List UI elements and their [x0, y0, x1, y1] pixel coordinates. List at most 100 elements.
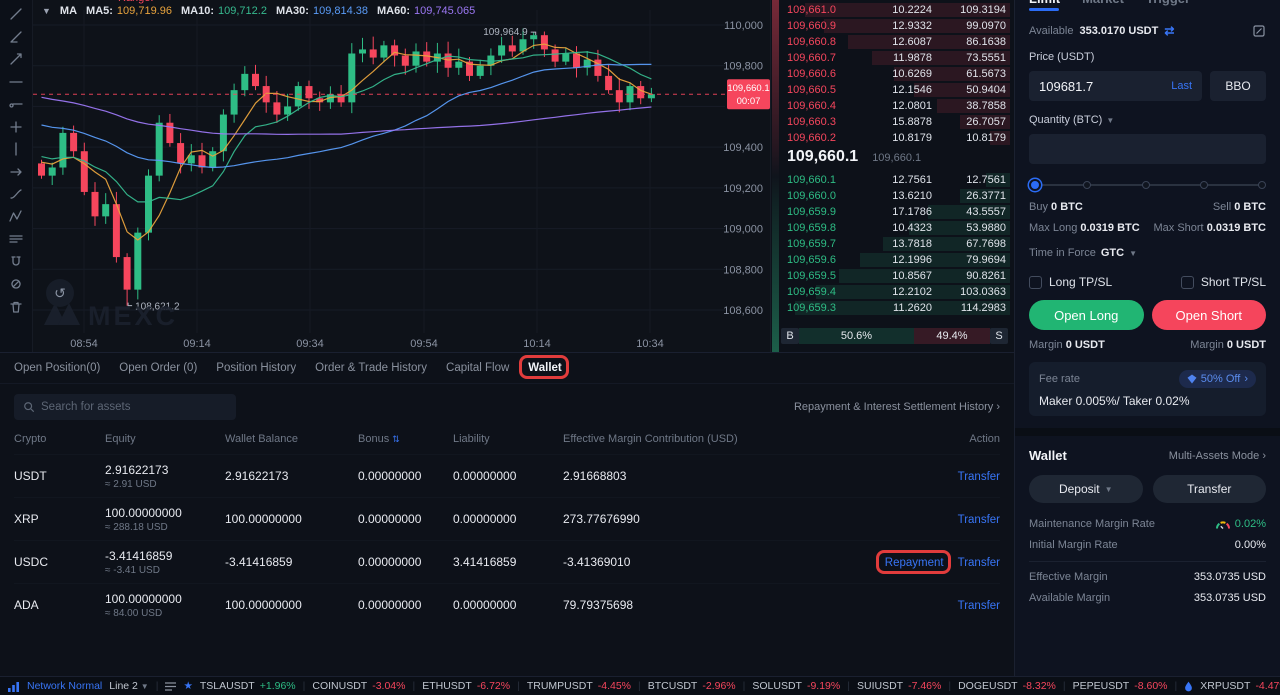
- line-selector[interactable]: Line 2 ▼: [109, 680, 148, 692]
- price: 109,661.0: [779, 4, 857, 16]
- swap-icon[interactable]: ⇄: [1164, 24, 1174, 38]
- short-tpsl-checkbox[interactable]: [1181, 276, 1194, 289]
- deposit-button[interactable]: Deposit▼: [1029, 475, 1143, 503]
- crypto-cell: USDC: [14, 555, 105, 569]
- ask-row[interactable]: 109,660.512.154650.9404: [779, 82, 1010, 98]
- bid-row[interactable]: 109,659.412.2102103.0363: [779, 284, 1010, 300]
- last-price-button[interactable]: Last: [1171, 80, 1192, 92]
- trend-line-icon[interactable]: [5, 6, 27, 22]
- network-status[interactable]: Network Normal: [27, 680, 102, 692]
- featured-ticker[interactable]: XRPUSDT -4.47%: [1200, 680, 1280, 692]
- chevron-down-icon[interactable]: ▼: [42, 6, 51, 16]
- equity-cell: 100.00000000≈ 288.18 USD: [105, 506, 225, 533]
- slider-stop-100[interactable]: [1258, 181, 1266, 189]
- chevron-down-icon[interactable]: ▼: [1106, 116, 1114, 125]
- ask-row[interactable]: 109,660.315.887826.7057: [779, 114, 1010, 130]
- brush-icon[interactable]: [5, 186, 27, 202]
- ticker-item[interactable]: DOGEUSDT-8.32%: [958, 680, 1056, 692]
- candlestick-chart[interactable]: 110,000109,800109,400109,200109,000108,8…: [33, 0, 770, 352]
- search-input[interactable]: Search for assets: [14, 394, 236, 420]
- ask-row[interactable]: 109,661.010.2224109.3194: [779, 2, 1010, 18]
- horizontal-line-icon[interactable]: [5, 74, 27, 90]
- open-long-button[interactable]: Open Long: [1029, 300, 1144, 330]
- ask-row[interactable]: 109,660.412.080138.7858: [779, 98, 1010, 114]
- ticker-item[interactable]: TSLAUSDT+1.96%: [200, 680, 296, 692]
- horizontal-ray-icon[interactable]: [5, 96, 27, 112]
- price: 109,659.8: [779, 222, 857, 234]
- fee-discount-badge[interactable]: 50% Off›: [1179, 370, 1256, 388]
- ticker-list-icon[interactable]: [165, 682, 176, 691]
- slider-stop-0[interactable]: [1029, 179, 1041, 191]
- arrow-line-icon[interactable]: [5, 164, 27, 180]
- bid-row[interactable]: 109,659.311.2620114.2983: [779, 300, 1010, 316]
- quantity: 12.1546: [857, 84, 932, 96]
- transfer-link[interactable]: Transfer: [958, 514, 1000, 526]
- bid-row[interactable]: 109,659.917.178643.5557: [779, 204, 1010, 220]
- repayment-link[interactable]: Repayment: [885, 557, 944, 569]
- transfer-button[interactable]: Transfer: [1153, 475, 1267, 503]
- bid-row[interactable]: 109,659.810.432353.9880: [779, 220, 1010, 236]
- hide-drawings-icon[interactable]: [5, 276, 27, 292]
- ticker-item[interactable]: ETHUSDT-6.72%: [422, 680, 510, 692]
- calculator-icon[interactable]: [1252, 24, 1266, 38]
- tab-capital-flow[interactable]: Capital Flow: [446, 362, 509, 374]
- liability-cell: 3.41416859: [453, 555, 548, 569]
- favorites-star-icon[interactable]: ★: [183, 680, 192, 692]
- tab-position-history[interactable]: Position History: [216, 362, 296, 374]
- tab-wallet[interactable]: Wallet: [528, 362, 561, 374]
- vertical-line-icon[interactable]: [5, 141, 27, 157]
- bid-row[interactable]: 109,660.013.621026.3771: [779, 188, 1010, 204]
- ticker-item[interactable]: PEPEUSDT-8.60%: [1073, 680, 1168, 692]
- positions-wallet-panel: Open Position(0) Open Order (0) Position H…: [0, 352, 1014, 676]
- bbo-button[interactable]: BBO: [1210, 71, 1266, 101]
- xabcd-pattern-icon[interactable]: [5, 209, 27, 225]
- last-price-row[interactable]: 109,660.1 109,660.1: [787, 148, 921, 170]
- ticker-item[interactable]: SUIUSDT-7.46%: [857, 680, 941, 692]
- bid-row[interactable]: 109,659.510.856790.8261: [779, 268, 1010, 284]
- ask-row[interactable]: 109,660.812.608786.1638: [779, 34, 1010, 50]
- tab-limit[interactable]: Limit: [1029, 0, 1060, 6]
- trend-angle-icon[interactable]: [5, 29, 27, 45]
- tab-market[interactable]: Market: [1082, 0, 1124, 6]
- multi-assets-mode-link[interactable]: Multi-Assets Mode ›: [1169, 450, 1266, 462]
- ticker-item[interactable]: COINUSDT-3.04%: [312, 680, 405, 692]
- price-input[interactable]: 109681.7 Last: [1029, 71, 1202, 101]
- bid-row[interactable]: 109,659.612.199679.9694: [779, 252, 1010, 268]
- quantity: 10.8567: [857, 270, 932, 282]
- ma-legend[interactable]: ▼ MA MA5:109,719.96MA10:109,712.2MA30:10…: [42, 5, 475, 17]
- transfer-link[interactable]: Transfer: [958, 471, 1000, 483]
- ask-row[interactable]: 109,660.610.626961.5673: [779, 66, 1010, 82]
- bonus-sort[interactable]: Bonus ⇅: [358, 433, 453, 445]
- ask-row[interactable]: 109,660.210.817910.8179: [779, 130, 1010, 146]
- remove-drawings-icon[interactable]: [5, 299, 27, 315]
- bid-row[interactable]: 109,659.713.781867.7698: [779, 236, 1010, 252]
- repayment-history-link[interactable]: Repayment & Interest Settlement History …: [794, 401, 1000, 413]
- ask-row[interactable]: 109,660.912.933299.0970: [779, 18, 1010, 34]
- bars-pattern-icon[interactable]: [5, 231, 27, 247]
- quantity-slider[interactable]: [1029, 178, 1266, 192]
- tab-order-trade-history[interactable]: Order & Trade History: [315, 362, 427, 374]
- time-in-force[interactable]: Time in ForceGTC▼: [1029, 247, 1266, 259]
- slider-stop-25[interactable]: [1083, 181, 1091, 189]
- cross-line-icon[interactable]: [5, 119, 27, 135]
- ticker-item[interactable]: SOLUSDT-9.19%: [752, 680, 840, 692]
- ray-icon[interactable]: [5, 51, 27, 67]
- slider-stop-75[interactable]: [1200, 181, 1208, 189]
- long-tpsl-checkbox[interactable]: [1029, 276, 1042, 289]
- ticker-item[interactable]: BTCUSDT-2.96%: [648, 680, 736, 692]
- transfer-link[interactable]: Transfer: [958, 557, 1000, 569]
- open-short-button[interactable]: Open Short: [1152, 300, 1267, 330]
- tab-open-order-0-[interactable]: Open Order (0): [119, 362, 197, 374]
- tab-open-position-0-[interactable]: Open Position(0): [14, 362, 100, 374]
- replay-button[interactable]: ↺: [46, 279, 74, 307]
- ask-row[interactable]: 109,660.711.987873.5551: [779, 50, 1010, 66]
- quantity-input[interactable]: [1029, 134, 1266, 164]
- magnet-icon[interactable]: [5, 254, 27, 270]
- margin-right: Margin 0 USDT: [1190, 339, 1266, 351]
- ticker-item[interactable]: TRUMPUSDT-4.45%: [527, 680, 631, 692]
- transfer-link[interactable]: Transfer: [958, 600, 1000, 612]
- tab-trigger[interactable]: Trigger: [1146, 0, 1190, 6]
- bid-row[interactable]: 109,660.112.756112.7561: [779, 172, 1010, 188]
- sell-ratio-label: S: [990, 328, 1008, 344]
- slider-stop-50[interactable]: [1142, 181, 1150, 189]
